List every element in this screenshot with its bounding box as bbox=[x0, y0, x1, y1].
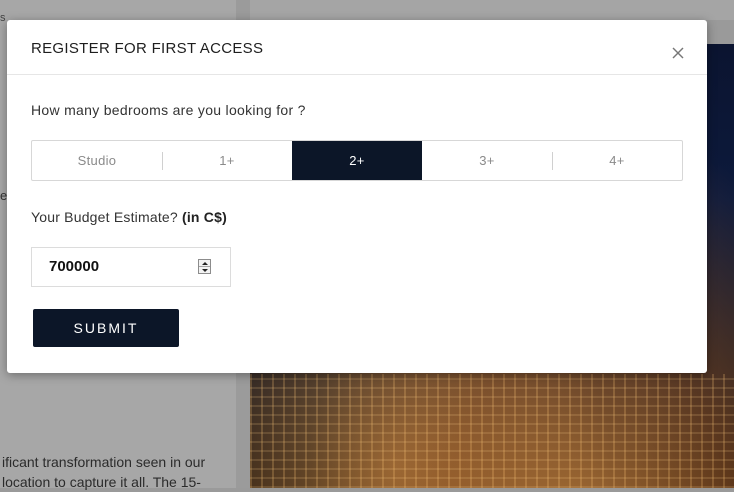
budget-stepper[interactable] bbox=[198, 259, 211, 274]
bedrooms-question: How many bedrooms are you looking for ? bbox=[31, 102, 306, 118]
budget-input-value: 700000 bbox=[49, 258, 100, 275]
stepper-up-button[interactable] bbox=[199, 260, 210, 267]
budget-input[interactable]: 700000 bbox=[31, 247, 231, 287]
chevron-up-icon bbox=[201, 261, 208, 265]
bedroom-option-4plus[interactable]: 4+ bbox=[552, 141, 682, 180]
submit-button[interactable]: SUBMIT bbox=[33, 309, 179, 347]
background-partial-text-top: s bbox=[0, 12, 6, 24]
bedroom-option-studio[interactable]: Studio bbox=[32, 141, 162, 180]
background-paragraph-line: ificant transformation seen in our bbox=[2, 454, 206, 470]
budget-label: Your Budget Estimate? (in C$) bbox=[31, 209, 227, 225]
stepper-down-button[interactable] bbox=[199, 267, 210, 273]
modal-title: REGISTER FOR FIRST ACCESS bbox=[31, 40, 264, 57]
close-button[interactable] bbox=[667, 42, 689, 64]
bedroom-option-1plus[interactable]: 1+ bbox=[162, 141, 292, 180]
budget-unit: (in C$) bbox=[181, 209, 227, 225]
budget-label-text: Your Budget Estimate? bbox=[31, 209, 178, 225]
city-lights-texture bbox=[250, 374, 734, 488]
modal-header: REGISTER FOR FIRST ACCESS bbox=[7, 20, 707, 75]
bedroom-option-3plus[interactable]: 3+ bbox=[422, 141, 552, 180]
chevron-down-icon bbox=[201, 268, 208, 272]
close-icon bbox=[672, 47, 684, 59]
bedroom-selector: Studio 1+ 2+ 3+ 4+ bbox=[31, 140, 683, 181]
background-paragraph-line: location to capture it all. The 15- bbox=[2, 474, 201, 490]
bedroom-option-2plus[interactable]: 2+ bbox=[292, 141, 422, 180]
register-modal: REGISTER FOR FIRST ACCESS How many bedro… bbox=[7, 20, 707, 373]
